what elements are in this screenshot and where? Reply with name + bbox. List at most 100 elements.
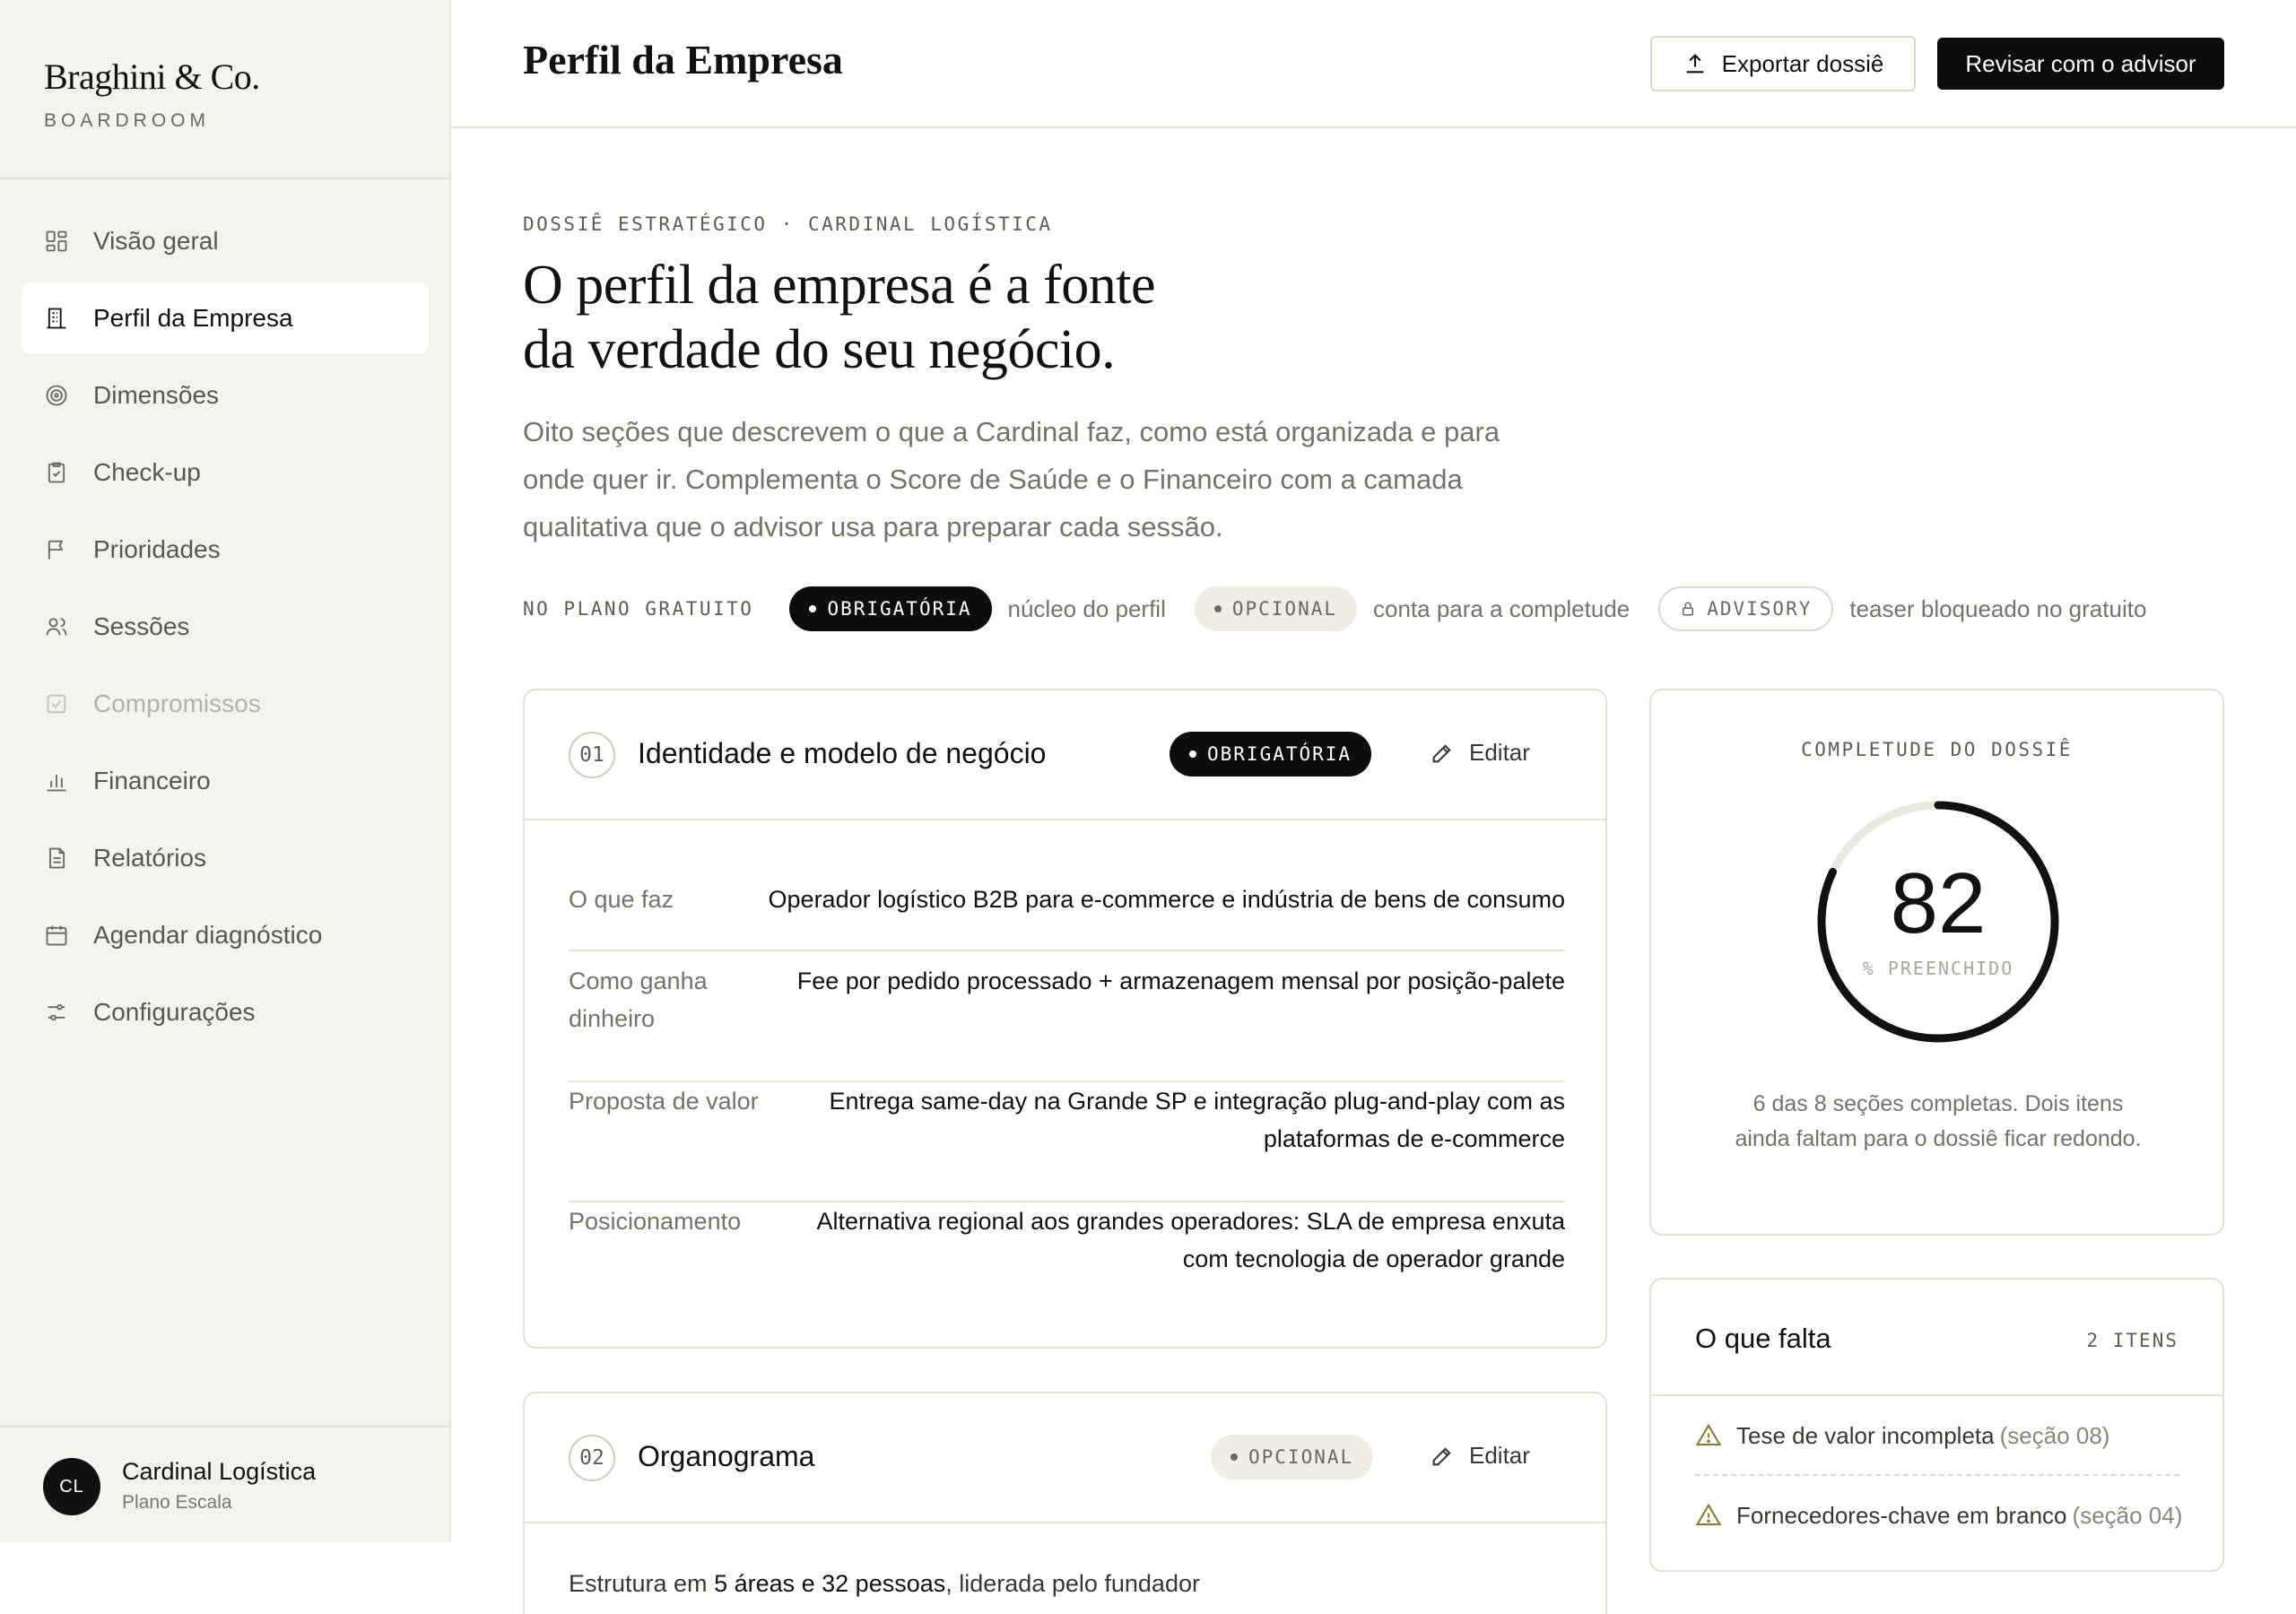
optional-badge-label: OPCIONAL — [1231, 598, 1338, 620]
pencil-icon — [1432, 1446, 1451, 1465]
completeness-label: % PREENCHIDO — [1862, 958, 2014, 979]
grid-icon — [44, 229, 69, 254]
field-value: Alternativa regional aos grandes operado… — [816, 1208, 1565, 1272]
sidebar-item-dimensoes[interactable]: Dimensões — [22, 360, 429, 431]
missing-header: O que falta 2 ITENS — [1651, 1280, 2222, 1396]
optional-badge: OPCIONAL — [1194, 586, 1358, 631]
sidebar-item-label: Configurações — [93, 998, 256, 1026]
sidebar-item-relatorios[interactable]: Relatórios — [22, 822, 429, 894]
sidebar-item-label: Agendar diagnóstico — [93, 921, 323, 949]
section-title: Identidade e modelo de negócio — [638, 737, 1047, 769]
sidebar: Braghini & Co. BOARDROOM Visão geral Per… — [0, 0, 451, 1542]
sidebar-item-compromissos[interactable]: Compromissos — [22, 668, 429, 740]
field-key: Como ganha dinheiro — [569, 968, 708, 1032]
hero-title-line-2: da verdade do seu negócio. — [523, 319, 1116, 380]
building-icon — [44, 306, 69, 331]
export-dossier-button[interactable]: Exportar dossiê — [1650, 36, 1916, 91]
sidebar-item-label: Perfil da Empresa — [93, 304, 293, 332]
completeness-title: COMPLETUDE DO DOSSIÊ — [1801, 739, 2073, 760]
dot-icon — [1213, 605, 1222, 612]
missing-count: 2 ITENS — [2086, 1330, 2179, 1351]
sidebar-item-check-up[interactable]: Check-up — [22, 437, 429, 508]
completeness-description: 6 das 8 seções completas. Dois itens ain… — [1735, 1091, 2142, 1151]
field-key: Proposta de valor — [569, 1088, 759, 1115]
completeness-card: COMPLETUDE DO DOSSIÊ 82 % PREENCHIDO 6 d… — [1649, 689, 2224, 1236]
section-header: 02 Organograma OPCIONAL Editar — [525, 1393, 1605, 1523]
field-row: Posicionamento Alternativa regional aos … — [569, 1202, 1565, 1301]
section-title: Organograma — [638, 1440, 815, 1472]
completeness-value: 82 — [1890, 855, 1987, 951]
organogram-summary: Estrutura em 5 áreas e 32 pessoas, lider… — [569, 1564, 1200, 1603]
field-key: Posicionamento — [569, 1208, 742, 1235]
optional-badge: OPCIONAL — [1211, 1435, 1374, 1480]
sidebar-nav: Visão geral Perfil da Empresa Dimensões … — [22, 205, 429, 1054]
required-legend-text: núcleo do perfil — [1007, 594, 1166, 622]
warning-icon — [1695, 1423, 1722, 1446]
dot-icon — [1189, 751, 1196, 758]
sidebar-item-agendar-diagnostico[interactable]: Agendar diagnóstico — [22, 899, 429, 971]
sidebar-item-label: Relatórios — [93, 844, 207, 872]
section-header: 01 Identidade e modelo de negócio OBRIGA… — [525, 690, 1605, 820]
required-badge: OBRIGATÓRIA — [1170, 732, 1372, 777]
sidebar-item-label: Dimensões — [93, 381, 220, 409]
hero-title-line-1: O perfil da empresa é a fonte — [523, 255, 1156, 316]
field-key: O que faz — [569, 886, 674, 913]
sliders-icon — [44, 1000, 69, 1025]
edit-section-button[interactable]: Editar — [1430, 739, 1530, 767]
bar-chart-icon — [44, 768, 69, 794]
sidebar-item-perfil-da-empresa[interactable]: Perfil da Empresa — [22, 282, 429, 354]
optional-badge-label: OPCIONAL — [1248, 1446, 1354, 1468]
avatar: CL — [43, 1458, 100, 1515]
required-badge-label: OBRIGATÓRIA — [827, 598, 972, 620]
section-card-identity: 01 Identidade e modelo de negócio OBRIGA… — [523, 689, 1607, 1349]
field-value: Operador logístico B2B para e-commerce e… — [768, 886, 1565, 913]
warning-icon — [1695, 1503, 1722, 1526]
top-bar: Perfil da Empresa Exportar dossiê Revisa… — [451, 0, 2296, 128]
missing-item-text: Fornecedores-chave em branco — [1736, 1501, 2067, 1529]
hero-title: O perfil da empresa é a fonte da verdade… — [523, 253, 1330, 382]
field-value: Fee por pedido processado + armazenagem … — [796, 968, 1565, 994]
summary-highlight: 5 áreas e 32 pessoas — [714, 1570, 946, 1597]
sidebar-item-visao-geral[interactable]: Visão geral — [22, 205, 429, 277]
field-row: Proposta de valor Entrega same-day na Gr… — [569, 1082, 1565, 1202]
edit-label: Editar — [1469, 1442, 1530, 1469]
hero-kicker: DOSSIÊ ESTRATÉGICO · CARDINAL LOGÍSTICA — [523, 213, 1053, 235]
dot-icon — [1231, 1453, 1238, 1461]
sidebar-item-label: Financeiro — [93, 767, 211, 794]
brand[interactable]: Braghini & Co. BOARDROOM — [44, 56, 260, 132]
missing-item[interactable]: Tese de valor incompleta (seção 08) — [1695, 1397, 2179, 1476]
sidebar-item-label: Visão geral — [93, 227, 219, 255]
edit-section-button[interactable]: Editar — [1430, 1442, 1530, 1470]
brand-name: Braghini & Co. — [44, 56, 260, 97]
user-plan: Plano Escala — [122, 1492, 232, 1513]
sidebar-item-sessoes[interactable]: Sessões — [22, 591, 429, 663]
advisory-badge-label: ADVISORY — [1707, 598, 1813, 620]
legend-label: NO PLANO GRATUITO — [523, 598, 754, 620]
user-name: Cardinal Logística — [122, 1458, 317, 1485]
sidebar-item-prioridades[interactable]: Prioridades — [22, 514, 429, 586]
page-title: Perfil da Empresa — [523, 37, 843, 82]
field-value: Entrega same-day na Grande SP e integraç… — [829, 1088, 1565, 1152]
export-button-label: Exportar dossiê — [1721, 49, 1884, 77]
user-account[interactable]: CL Cardinal Logística Plano Escala — [0, 1426, 449, 1542]
missing-items-card: O que falta 2 ITENS Tese de valor incomp… — [1649, 1278, 2224, 1572]
review-with-advisor-button[interactable]: Revisar com o advisor — [1937, 38, 2224, 90]
sidebar-item-financeiro[interactable]: Financeiro — [22, 745, 429, 817]
missing-item-ref: (seção 08) — [1999, 1421, 2110, 1449]
missing-title: O que falta — [1695, 1323, 1831, 1354]
section-number: 02 — [569, 1435, 615, 1481]
divider — [0, 178, 449, 179]
sidebar-item-label: Compromissos — [93, 690, 261, 717]
missing-item[interactable]: Fornecedores-chave em branco (seção 04) — [1695, 1476, 2182, 1555]
summary-suffix: , liderada pelo fundador — [945, 1570, 1200, 1597]
brand-subtitle: BOARDROOM — [44, 110, 211, 131]
advisory-legend-text: teaser bloqueado no gratuito — [1849, 594, 2147, 622]
calendar-icon — [44, 923, 69, 948]
edit-label: Editar — [1469, 739, 1530, 766]
clipboard-check-icon — [44, 460, 69, 485]
pencil-icon — [1432, 743, 1451, 762]
sidebar-item-configuracoes[interactable]: Configurações — [22, 976, 429, 1048]
optional-legend-text: conta para a completude — [1373, 594, 1631, 622]
users-icon — [44, 614, 69, 639]
section-card-organogram: 02 Organograma OPCIONAL Editar Estrutura… — [523, 1392, 1607, 1614]
